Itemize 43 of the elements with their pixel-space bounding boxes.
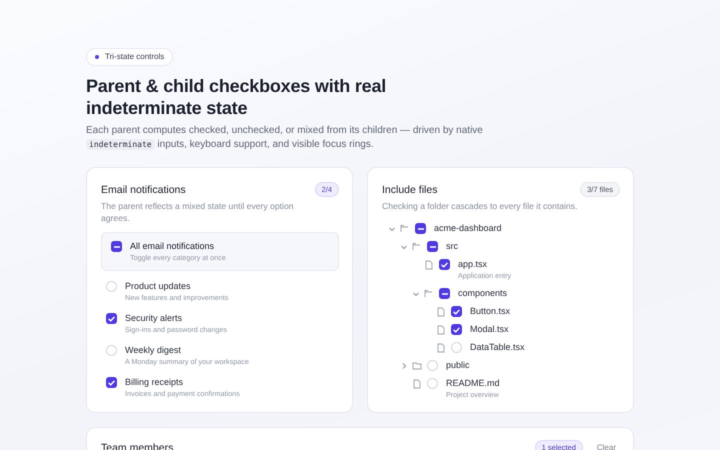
card-title: Email notifications <box>101 184 186 196</box>
checkbox[interactable] <box>451 324 462 335</box>
checkbox[interactable] <box>111 241 122 252</box>
tree-item-label[interactable]: Button.tsx <box>470 305 510 317</box>
tag-pill: Tri-state controls <box>86 48 174 66</box>
tree-item-label[interactable]: DataTable.tsx <box>470 341 525 353</box>
option-label: Weekly digest <box>125 344 182 356</box>
checkbox[interactable] <box>439 288 450 299</box>
file-icon <box>412 379 422 389</box>
card-title: Include files <box>382 184 438 196</box>
file-icon <box>424 260 434 270</box>
option-label: Security alerts <box>125 312 184 324</box>
check-icon <box>108 380 115 386</box>
minus-icon <box>418 228 424 230</box>
check-icon <box>441 262 448 268</box>
intro-text: Each parent computes checked, unchecked, or mixed from its children — driven by native indeterminate inputs, keyboard support, and visible focus rings. <box>86 124 484 151</box>
clear-button[interactable]: Clear <box>592 441 620 450</box>
minus-icon <box>430 246 436 248</box>
checkbox[interactable] <box>415 223 426 234</box>
checkbox[interactable] <box>106 377 117 388</box>
checkbox[interactable] <box>451 306 462 317</box>
checkbox[interactable] <box>427 241 438 252</box>
folder-icon <box>412 361 422 370</box>
tree-item-label[interactable]: README.md <box>446 377 500 389</box>
check-icon <box>453 308 460 314</box>
checkbox[interactable] <box>439 259 450 270</box>
card-description: The parent reflects a mixed state until every option agrees. <box>101 200 295 224</box>
tree-item-label[interactable]: Modal.tsx <box>470 323 509 335</box>
check-icon <box>108 316 115 322</box>
checkbox[interactable] <box>106 313 117 324</box>
option-label: All email notifications <box>130 240 216 252</box>
tree-item-label[interactable]: src <box>446 240 458 252</box>
tree-item-label[interactable]: public <box>446 359 470 371</box>
tree-item-label[interactable]: acme-dashboard <box>434 222 502 234</box>
tree-item-label[interactable]: components <box>458 287 508 299</box>
option-label: Billing receipts <box>125 376 184 388</box>
page-title: Parent & child checkboxes with real indeterminate state <box>86 75 388 119</box>
check-icon <box>453 326 460 332</box>
minus-icon <box>442 292 448 294</box>
minus-icon <box>114 246 120 248</box>
tree-item-label[interactable]: app.tsx <box>458 258 512 270</box>
card-description: Checking a folder cascades to every file it contains. <box>382 200 578 212</box>
option-label: Product updates <box>125 280 192 292</box>
